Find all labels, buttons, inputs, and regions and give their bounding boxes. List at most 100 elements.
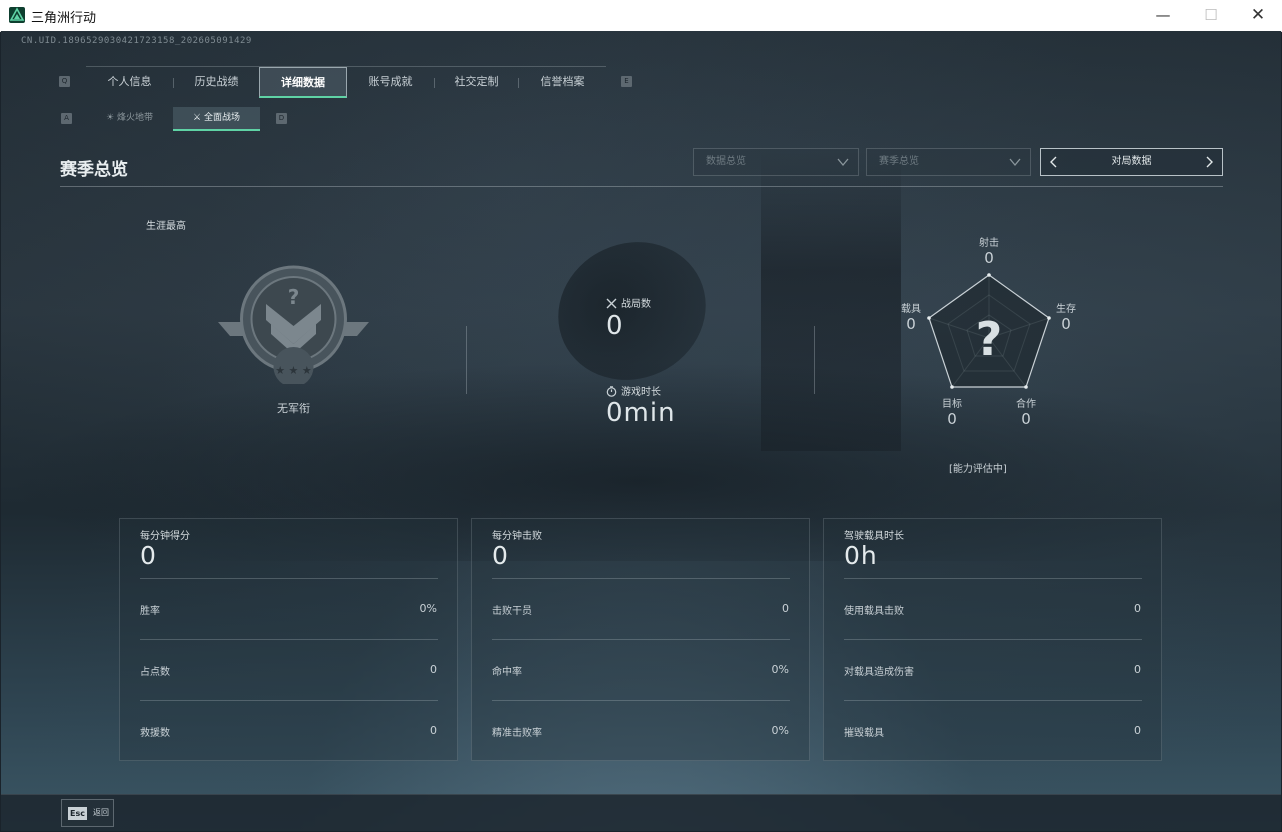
svg-text:?: ? — [288, 285, 300, 309]
tab-personal-info[interactable]: 个人信息 — [86, 67, 173, 98]
stat-card-vehicle: 驾驶载具时长 0h 使用载具击败 0 对载具造成伤害 0 摧毁载具 0 — [823, 518, 1162, 761]
column-divider — [466, 326, 467, 394]
card-row-label: 命中率 — [492, 667, 522, 678]
card-row-label: 救援数 — [140, 728, 170, 739]
radar-shoot-value: 0 — [984, 249, 994, 267]
svg-text:★ ★ ★: ★ ★ ★ — [275, 364, 312, 377]
card-divider — [140, 700, 438, 701]
pager-label: 对局数据 — [1111, 156, 1152, 167]
chevron-left-icon[interactable] — [1047, 155, 1061, 169]
tab-detailed-data[interactable]: 详细数据 — [259, 67, 347, 98]
radar-target-value: 0 — [947, 410, 957, 428]
radar-coop-label: 合作 — [1016, 399, 1036, 410]
back-label: 返回 — [93, 808, 109, 817]
card-divider — [844, 578, 1142, 579]
section-title: 赛季总览 — [60, 160, 128, 180]
warfare-icon: ⚔ — [193, 113, 202, 123]
card-row-value: 0% — [771, 663, 789, 676]
user-uid: CN.UID.1896529030421723158_202605091429 — [21, 36, 252, 46]
key-hint-q: Q — [59, 76, 70, 87]
esc-key-hint: Esc — [68, 807, 87, 820]
subtab-warfare[interactable]: ⚔ 全面战场 — [173, 107, 260, 131]
playtime-label: 游戏时长 — [621, 387, 661, 398]
card-row-value: 0 — [430, 663, 437, 676]
close-button[interactable]: ✕ — [1235, 4, 1281, 28]
card-title: 每分钟得分 — [140, 531, 190, 542]
game-viewport: CN.UID.1896529030421723158_202605091429 … — [1, 31, 1281, 831]
maximize-button[interactable]: ☐ — [1188, 4, 1234, 28]
tab-match-history[interactable]: 历史战绩 — [174, 67, 259, 98]
playtime-value: 0min — [606, 398, 676, 428]
stats-type-dropdown[interactable]: 数据总览 — [693, 148, 859, 176]
rank-name: 无军衔 — [277, 402, 310, 415]
background-tower — [761, 151, 901, 451]
card-row-label: 对载具造成伤害 — [844, 667, 914, 678]
card-row-label: 占点数 — [140, 667, 170, 678]
card-row-value: 0 — [782, 602, 789, 615]
card-divider — [492, 700, 790, 701]
chevron-down-icon — [1009, 158, 1021, 167]
matches-label: 战局数 — [621, 299, 651, 310]
bottom-bar: Esc 返回 — [1, 794, 1281, 831]
svg-text:?: ? — [976, 312, 1003, 366]
matches-value: 0 — [606, 311, 624, 341]
section-divider — [60, 186, 1223, 187]
card-title: 每分钟击败 — [492, 531, 542, 542]
match-data-pager: 对局数据 — [1040, 148, 1223, 176]
radar-status: [能力评估中] — [949, 464, 1007, 475]
tab-social[interactable]: 社交定制 — [435, 67, 518, 98]
chevron-right-icon[interactable] — [1202, 155, 1216, 169]
card-main-value: 0h — [844, 541, 878, 570]
window-title: 三角洲行动 — [31, 11, 97, 26]
rank-emblem-icon: ? ★ ★ ★ — [218, 265, 369, 384]
card-divider — [844, 639, 1142, 640]
key-hint-e: E — [621, 76, 632, 87]
stat-card-score: 每分钟得分 0 胜率 0% 占点数 0 救援数 0 — [119, 518, 458, 761]
subtab-warfare-label: 全面战场 — [203, 113, 240, 123]
radar-shoot-label: 射击 — [979, 238, 999, 249]
card-row-value: 0 — [1134, 663, 1141, 676]
card-divider — [492, 639, 790, 640]
subtab-operations[interactable]: ☀ 烽火地带 — [86, 107, 173, 129]
card-row-value: 0% — [771, 724, 789, 737]
card-divider — [140, 639, 438, 640]
card-row-label: 使用载具击败 — [844, 606, 904, 617]
card-row-label: 摧毁载具 — [844, 728, 884, 739]
card-row-value: 0 — [430, 724, 437, 737]
card-main-value: 0 — [140, 541, 157, 570]
card-divider — [140, 578, 438, 579]
app-logo-icon — [9, 7, 25, 23]
season-dropdown-value: 赛季总览 — [879, 156, 919, 167]
subtab-operations-label: 烽火地带 — [116, 113, 153, 123]
main-tab-bar: 个人信息 历史战绩 详细数据 账号成就 社交定制 信誉档案 — [86, 66, 606, 99]
card-main-value: 0 — [492, 541, 509, 570]
key-hint-d: D — [276, 113, 287, 124]
stats-type-dropdown-value: 数据总览 — [706, 156, 746, 167]
card-row-label: 击败干员 — [492, 606, 532, 617]
card-title: 驾驶载具时长 — [844, 531, 904, 542]
card-row-value: 0 — [1134, 602, 1141, 615]
crossed-swords-icon — [606, 298, 617, 309]
season-dropdown[interactable]: 赛季总览 — [866, 148, 1031, 176]
minimize-button[interactable]: — — [1140, 4, 1186, 28]
chevron-down-icon — [837, 158, 849, 167]
stat-card-kills: 每分钟击败 0 击败干员 0 命中率 0% 精准击败率 0% — [471, 518, 810, 761]
card-row-label: 胜率 — [140, 606, 160, 617]
card-divider — [844, 700, 1142, 701]
card-row-value: 0% — [419, 602, 437, 615]
card-row-label: 精准击败率 — [492, 728, 542, 739]
radar-coop-value: 0 — [1021, 410, 1031, 428]
back-button[interactable]: Esc 返回 — [61, 799, 114, 827]
column-divider — [814, 326, 815, 394]
stopwatch-icon — [606, 386, 617, 397]
window-titlebar: 三角洲行动 — ☐ ✕ — [0, 0, 1282, 32]
card-divider — [492, 578, 790, 579]
tab-reputation[interactable]: 信誉档案 — [519, 67, 606, 98]
tab-achievements[interactable]: 账号成就 — [347, 67, 434, 98]
matches-label-row: 战局数 — [606, 295, 651, 310]
flame-icon: ☀ — [106, 113, 115, 123]
key-hint-a: A — [61, 113, 72, 124]
ability-radar-chart: ? — [927, 273, 1051, 389]
career-best-label: 生涯最高 — [146, 221, 186, 232]
card-row-value: 0 — [1134, 724, 1141, 737]
